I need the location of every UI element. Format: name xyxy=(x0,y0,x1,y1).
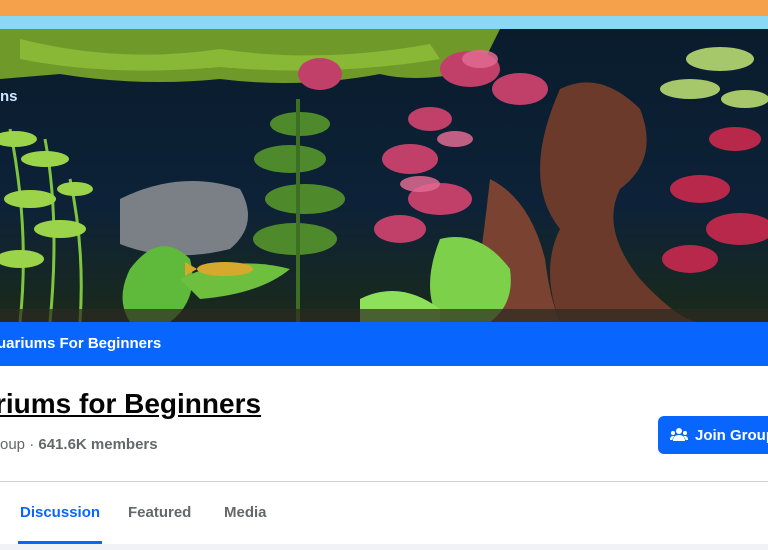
group-name-banner: uariums For Beginners xyxy=(0,322,768,366)
content-area-edge xyxy=(0,544,768,550)
group-title[interactable]: riums for Beginners xyxy=(0,388,261,420)
tab-discussion[interactable]: Discussion xyxy=(17,482,103,544)
people-icon xyxy=(670,428,688,441)
top-blue-bar xyxy=(0,16,768,29)
meta-separator: · xyxy=(25,436,39,453)
cover-logo-text: ns xyxy=(0,88,18,105)
tab-media[interactable]: Media xyxy=(224,482,267,544)
top-orange-bar xyxy=(0,0,768,16)
group-tabs: Discussion Featured Media xyxy=(0,482,768,544)
group-privacy: roup xyxy=(0,436,26,453)
join-group-label: Join Group xyxy=(695,426,768,444)
cover-photo[interactable]: ns xyxy=(0,29,768,322)
banner-group-name: uariums For Beginners xyxy=(0,335,162,352)
group-meta: roup · 641.6K members xyxy=(0,436,158,453)
join-group-button[interactable]: Join Group xyxy=(658,416,768,454)
tab-featured[interactable]: Featured xyxy=(128,482,191,544)
member-count[interactable]: 641.6K members xyxy=(38,436,157,453)
